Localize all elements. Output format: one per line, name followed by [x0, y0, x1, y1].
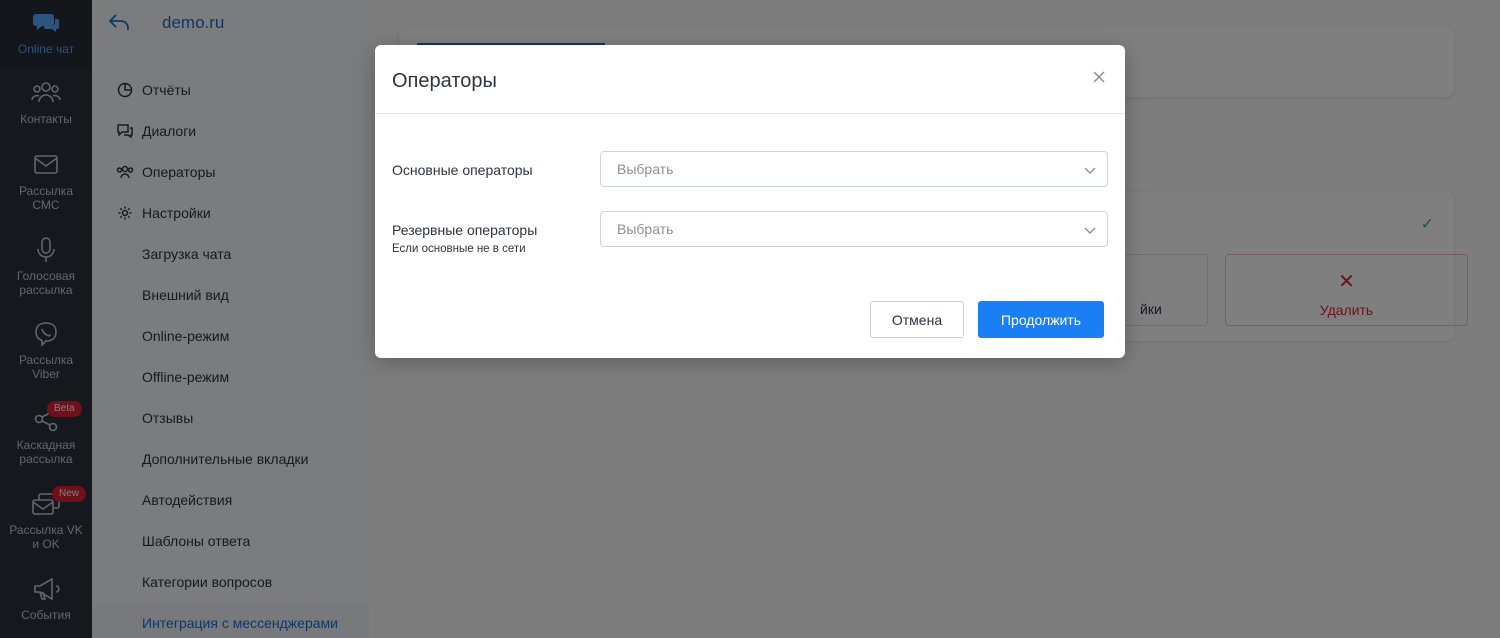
primary-operators-select[interactable]: Выбрать — [600, 151, 1108, 187]
cancel-button[interactable]: Отмена — [870, 301, 964, 338]
close-icon[interactable] — [1091, 69, 1107, 85]
chevron-down-icon — [1083, 223, 1097, 237]
backup-operators-label: Резервные операторы — [392, 222, 538, 238]
backup-operators-select[interactable]: Выбрать — [600, 211, 1108, 247]
backup-operators-hint: Если основные не в сети — [392, 243, 526, 255]
operators-modal: Операторы Основные операторы Выбрать Рез… — [375, 45, 1125, 358]
chevron-down-icon — [1083, 163, 1097, 177]
continue-button[interactable]: Продолжить — [978, 301, 1104, 338]
select-placeholder: Выбрать — [617, 161, 674, 177]
select-placeholder: Выбрать — [617, 221, 674, 237]
primary-operators-label: Основные операторы — [392, 162, 533, 178]
modal-header: Операторы — [375, 45, 1125, 114]
modal-title: Операторы — [392, 70, 497, 92]
